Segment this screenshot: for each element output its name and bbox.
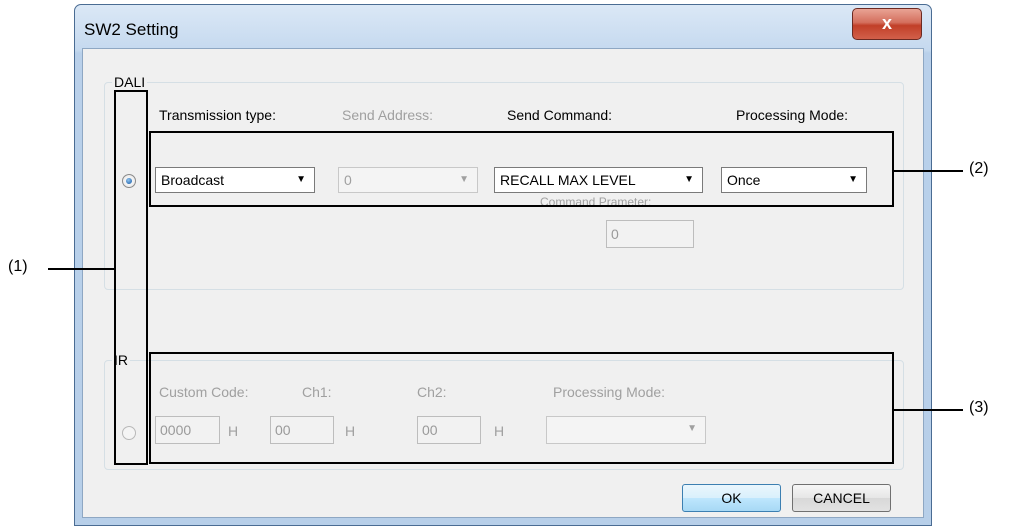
transmission-type-label: Transmission type: [159,107,276,123]
annotation-leader-3 [893,409,963,411]
send-address-label: Send Address: [342,107,434,123]
cancel-button[interactable]: CANCEL [792,484,891,512]
annotation-label-3: (3) [969,399,989,416]
annotation-label-2: (2) [969,160,989,177]
ok-button[interactable]: OK [682,484,781,512]
annotation-label-1: (1) [8,258,28,275]
close-icon: x [881,13,892,33]
send-command-label: Send Command: [507,107,613,123]
annotation-box-3 [149,352,894,464]
annotation-leader-1 [48,268,115,270]
close-button[interactable]: x [852,8,922,40]
annotation-box-1 [114,90,148,465]
dali-group-label: DALI [112,74,148,90]
command-parameter-input[interactable]: 0 [606,220,694,248]
annotation-box-2 [149,131,894,207]
processing-mode-label: Processing Mode: [736,107,849,123]
window-title: SW2 Setting [84,20,179,39]
annotation-leader-2 [893,170,963,172]
